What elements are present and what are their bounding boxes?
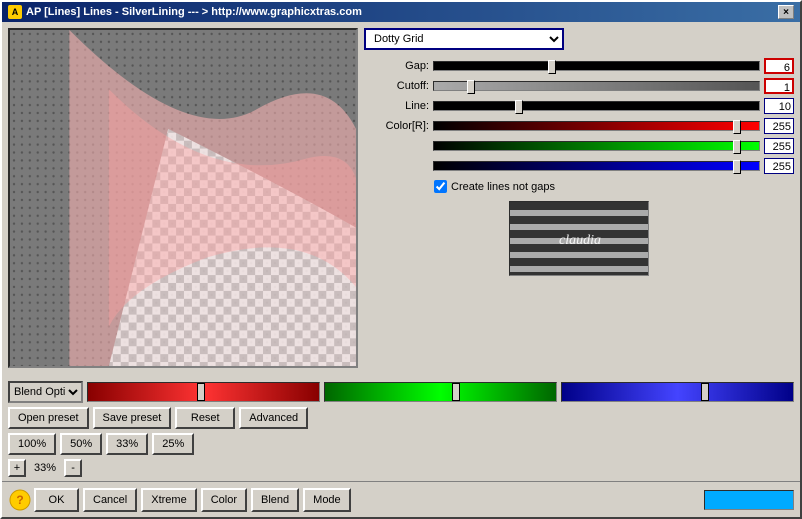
preset-dropdown[interactable]: Dotty Grid Lines Grid Diagonal: [364, 28, 564, 50]
mode-button[interactable]: Mode: [303, 488, 351, 512]
hint-svg: ?: [8, 488, 32, 512]
thumb-preview-svg: claudia: [510, 202, 649, 276]
zoom-50-button[interactable]: 50%: [60, 433, 102, 455]
colorr-slider-track: [433, 120, 760, 132]
colorg-slider-thumb[interactable]: [733, 140, 741, 154]
preset-buttons-row: Open preset Save preset Reset Advanced: [8, 407, 794, 429]
blend-g-slider[interactable]: [324, 382, 557, 402]
cutoff-label: Cutoff:: [364, 80, 429, 92]
zoom-25-button[interactable]: 25%: [152, 433, 194, 455]
colorg-slider-row: 255: [364, 138, 794, 154]
colorb-slider-bg: [433, 161, 760, 171]
cutoff-slider-thumb[interactable]: [467, 80, 475, 94]
colorr-value[interactable]: 255: [764, 118, 794, 134]
zoom-out-button[interactable]: -: [64, 459, 82, 477]
line-slider-row: Line: 10: [364, 98, 794, 114]
colorg-slider-bg: [433, 141, 760, 151]
colorr-slider-row: Color[R]: 255: [364, 118, 794, 134]
colorr-slider-bg: [433, 121, 760, 131]
cutoff-value[interactable]: 1: [764, 78, 794, 94]
ok-button[interactable]: OK: [34, 488, 79, 512]
colorr-label: Color[R]:: [364, 120, 429, 132]
zoom-percent-row: 100% 50% 33% 25%: [8, 433, 794, 455]
colorg-slider-track: [433, 140, 760, 152]
blend-button[interactable]: Blend: [251, 488, 299, 512]
app-icon: A: [8, 5, 22, 19]
bottom-bar-left: ? OK Cancel Xtreme Color Blend Mode: [8, 488, 351, 512]
colorb-value[interactable]: 255: [764, 158, 794, 174]
preview-canvas: [10, 30, 356, 366]
line-slider-track: [433, 100, 760, 112]
zoom-control-row: + 33% -: [8, 459, 794, 477]
zoom-33-button[interactable]: 33%: [106, 433, 148, 455]
gap-slider-thumb[interactable]: [548, 60, 556, 74]
blend-b-thumb[interactable]: [701, 383, 709, 401]
blend-row: Blend Opti: [8, 381, 794, 403]
colorr-slider-thumb[interactable]: [733, 120, 741, 134]
blend-dropdown[interactable]: Blend Opti: [8, 381, 83, 403]
color-button[interactable]: Color: [201, 488, 247, 512]
action-buttons: OK Cancel Xtreme Color Blend Mode: [34, 488, 351, 512]
colorg-value[interactable]: 255: [764, 138, 794, 154]
content-area: Dotty Grid Lines Grid Diagonal Gap: 6 Cu: [2, 22, 800, 377]
window-title: AP [Lines] Lines - SilverLining --- > ht…: [26, 6, 362, 18]
checkbox-row: Create lines not gaps: [364, 180, 794, 193]
save-preset-button[interactable]: Save preset: [93, 407, 172, 429]
svg-text:?: ?: [16, 493, 23, 507]
gap-slider-row: Gap: 6: [364, 58, 794, 74]
cutoff-slider-bg: [433, 81, 760, 91]
line-slider-bg: [433, 101, 760, 111]
open-preset-button[interactable]: Open preset: [8, 407, 89, 429]
gap-label: Gap:: [364, 60, 429, 72]
main-window: A AP [Lines] Lines - SilverLining --- > …: [0, 0, 802, 519]
controls-panel: Dotty Grid Lines Grid Diagonal Gap: 6 Cu: [364, 28, 794, 371]
line-slider-thumb[interactable]: [515, 100, 523, 114]
bottom-bar: ? OK Cancel Xtreme Color Blend Mode: [2, 481, 800, 517]
line-value[interactable]: 10: [764, 98, 794, 114]
preset-dropdown-row: Dotty Grid Lines Grid Diagonal: [364, 28, 794, 50]
zoom-in-button[interactable]: +: [8, 459, 26, 477]
blend-r-thumb[interactable]: [197, 383, 205, 401]
advanced-button[interactable]: Advanced: [239, 407, 308, 429]
title-bar: A AP [Lines] Lines - SilverLining --- > …: [2, 2, 800, 22]
gap-slider-track: [433, 60, 760, 72]
line-label: Line:: [364, 100, 429, 112]
blend-r-slider[interactable]: [87, 382, 320, 402]
svg-text:claudia: claudia: [559, 233, 601, 248]
colorb-slider-row: 255: [364, 158, 794, 174]
thumb-preview: claudia: [509, 201, 649, 276]
create-lines-checkbox[interactable]: [434, 180, 447, 193]
blend-g-thumb[interactable]: [452, 383, 460, 401]
bottom-section: Blend Opti Open preset Save preset Reset…: [2, 377, 800, 481]
close-button[interactable]: ×: [778, 5, 794, 19]
gap-value[interactable]: 6: [764, 58, 794, 74]
xtreme-button[interactable]: Xtreme: [141, 488, 196, 512]
colorb-slider-thumb[interactable]: [733, 160, 741, 174]
reset-button[interactable]: Reset: [175, 407, 235, 429]
cutoff-slider-track: [433, 80, 760, 92]
color-swatch: [704, 490, 794, 510]
zoom-100-button[interactable]: 100%: [8, 433, 56, 455]
blend-b-slider[interactable]: [561, 382, 794, 402]
cutoff-slider-row: Cutoff: 1: [364, 78, 794, 94]
checkbox-label: Create lines not gaps: [451, 181, 555, 193]
zoom-current-label: 33%: [30, 462, 60, 474]
cancel-button[interactable]: Cancel: [83, 488, 137, 512]
gap-slider-bg: [433, 61, 760, 71]
colorb-slider-track: [433, 160, 760, 172]
title-bar-left: A AP [Lines] Lines - SilverLining --- > …: [8, 5, 362, 19]
hint-icon: ?: [8, 488, 32, 512]
preview-panel: [8, 28, 358, 368]
